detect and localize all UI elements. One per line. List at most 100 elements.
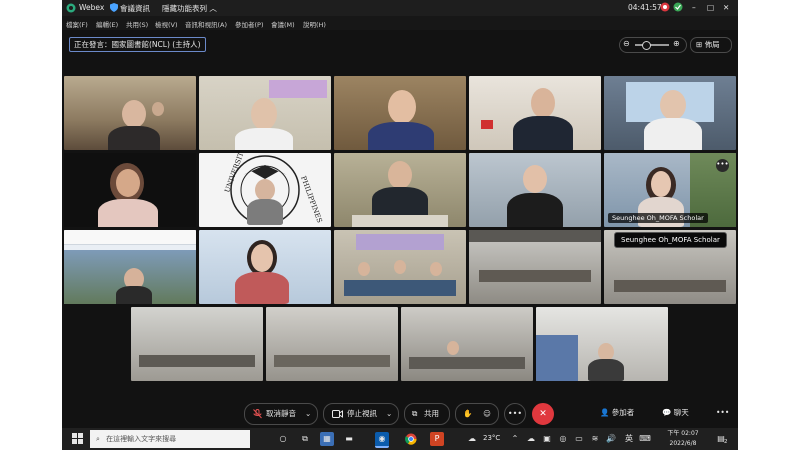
overflow-menu-button[interactable]: •••: [716, 403, 729, 423]
webex-taskbar-icon[interactable]: ◉: [375, 432, 389, 448]
participant-face: [660, 90, 686, 120]
chevron-down-icon[interactable]: ⌄: [386, 404, 392, 424]
ime-mode-icon[interactable]: ⌨: [638, 432, 652, 446]
participant-tile[interactable]: [199, 230, 331, 304]
participant-tile[interactable]: [469, 153, 601, 227]
wall-poster: [536, 335, 578, 381]
zoom-in-icon[interactable]: ⊕: [673, 39, 680, 48]
participant-face: [447, 341, 459, 355]
windows-start-icon[interactable]: [70, 432, 84, 446]
menu-participants[interactable]: 參加者(P): [235, 19, 264, 29]
meeting-info-link[interactable]: 會議資訊: [120, 3, 150, 14]
menu-share[interactable]: 共用(S): [126, 19, 148, 29]
chevron-down-icon[interactable]: ⌄: [305, 404, 311, 424]
zoom-control[interactable]: ⊖ ⊕: [619, 37, 687, 53]
zoom-slider-track[interactable]: [635, 44, 669, 46]
hide-menu-toggle[interactable]: 隱藏功能表列 ︿: [162, 3, 217, 14]
participant-body: [108, 126, 160, 150]
svg-text:UNIVERSITY: UNIVERSITY: [223, 153, 247, 194]
calculator-icon[interactable]: ▦: [320, 432, 334, 446]
menu-view[interactable]: 檢視(V): [155, 19, 178, 29]
participant-face: [523, 165, 547, 193]
maximize-icon[interactable]: □: [707, 3, 714, 12]
chat-button[interactable]: 💬 聊天: [662, 403, 689, 423]
close-icon[interactable]: ✕: [723, 3, 729, 12]
participant-body: [372, 187, 428, 217]
menu-meeting[interactable]: 會議(M): [271, 19, 295, 29]
record-icon[interactable]: [660, 2, 670, 14]
layout-button[interactable]: ⊞ 佈局: [690, 37, 732, 53]
participant-tile[interactable]: [401, 307, 533, 381]
zoom-slider-handle[interactable]: [642, 41, 651, 50]
participant-tile[interactable]: [334, 153, 466, 227]
video-feed: [266, 307, 398, 381]
participant-body: [513, 116, 573, 150]
search-placeholder: 在這裡輸入文字來搜尋: [106, 435, 177, 443]
file-explorer-icon[interactable]: ▬: [342, 432, 356, 446]
stop-video-button[interactable]: 停止視訊 ⌄: [323, 403, 399, 425]
participant-tile[interactable]: [604, 76, 736, 150]
participants-button[interactable]: 👤 參加者: [600, 403, 634, 423]
more-options-button[interactable]: •••: [504, 403, 526, 425]
camera-icon: [332, 404, 343, 424]
menu-edit[interactable]: 編輯(E): [96, 19, 118, 29]
zoom-out-icon[interactable]: ⊖: [623, 39, 630, 48]
participant-tile[interactable]: [334, 76, 466, 150]
taskbar-search-box[interactable]: ⌕ 在這裡輸入文字來搜尋: [90, 430, 250, 448]
emoji-reaction-icon[interactable]: ☺: [478, 404, 496, 424]
participant-tile[interactable]: [469, 76, 601, 150]
conference-table: [139, 355, 255, 367]
temperature: 23°C: [483, 434, 501, 442]
participant-body: [247, 199, 283, 225]
participant-body: [368, 122, 434, 150]
participant-tile[interactable]: [64, 153, 196, 227]
share-button[interactable]: ⧉ 共用: [404, 403, 450, 425]
volume-icon[interactable]: 🔊: [604, 432, 618, 446]
stop-video-label: 停止視訊: [347, 409, 377, 418]
participant-face: [255, 179, 275, 201]
participant-tile[interactable]: UNIVERSITY PHILIPPINES: [199, 153, 331, 227]
title-bar: Webex 會議資訊 隱藏功能表列 ︿ 04:41:57 – □ ✕: [62, 0, 738, 16]
participant-tile[interactable]: [64, 76, 196, 150]
chevron-up-icon[interactable]: ⌃: [508, 432, 522, 446]
share-screen-icon: ⧉: [412, 409, 418, 418]
cloud-icon[interactable]: ☁: [524, 432, 538, 446]
conference-table: [479, 270, 591, 282]
unmute-button[interactable]: 取消靜音 ⌄: [244, 403, 318, 425]
taskbar-clock[interactable]: 下午 02:07 2022/6/8: [658, 429, 708, 449]
participant-tile[interactable]: [469, 230, 601, 304]
participant-body: [588, 359, 624, 381]
minimize-icon[interactable]: –: [692, 3, 696, 12]
menu-file[interactable]: 檔案(F): [66, 19, 88, 29]
tile-more-options-button[interactable]: •••: [716, 159, 729, 172]
participant-tile[interactable]: [536, 307, 668, 381]
connection-icon[interactable]: [673, 2, 683, 14]
ime-language-indicator[interactable]: 英: [622, 432, 636, 446]
end-meeting-button[interactable]: ✕: [532, 403, 554, 425]
video-feed: [131, 307, 263, 381]
menu-audio-video[interactable]: 音訊和視訊(A): [185, 19, 227, 29]
conference-table: [409, 357, 525, 369]
participant-tile[interactable]: [266, 307, 398, 381]
menu-help[interactable]: 說明(H): [303, 19, 326, 29]
cortana-icon[interactable]: ○: [276, 432, 290, 446]
chrome-icon[interactable]: [404, 432, 418, 446]
participant-face: [152, 102, 164, 116]
raise-hand-icon[interactable]: ✋: [459, 404, 477, 424]
tray-app-icon[interactable]: ▣: [540, 432, 554, 446]
task-view-icon[interactable]: ⧉: [298, 432, 312, 446]
powerpoint-icon[interactable]: P: [430, 432, 444, 446]
participant-tile[interactable]: [131, 307, 263, 381]
participant-tile[interactable]: [199, 76, 331, 150]
participant-tile-seunghee[interactable]: ••• Seunghee Oh_MOFA Scholar: [604, 153, 736, 227]
record-tray-icon[interactable]: ◎: [556, 432, 570, 446]
svg-text:PHILIPPINES: PHILIPPINES: [299, 175, 323, 224]
participant-face: [251, 244, 273, 272]
windows-taskbar: ⌕ 在這裡輸入文字來搜尋 ○ ⧉ ▦ ▬ ◉ P ☁ 23°C ⌃ ☁ ▣ ◎ …: [62, 428, 738, 450]
participant-tile[interactable]: [334, 230, 466, 304]
battery-icon[interactable]: ▭: [572, 432, 586, 446]
meeting-timer: 04:41:57: [628, 3, 662, 12]
banner-backdrop: [269, 80, 327, 98]
participant-tile[interactable]: [64, 230, 196, 304]
wifi-icon[interactable]: ≋: [588, 432, 602, 446]
